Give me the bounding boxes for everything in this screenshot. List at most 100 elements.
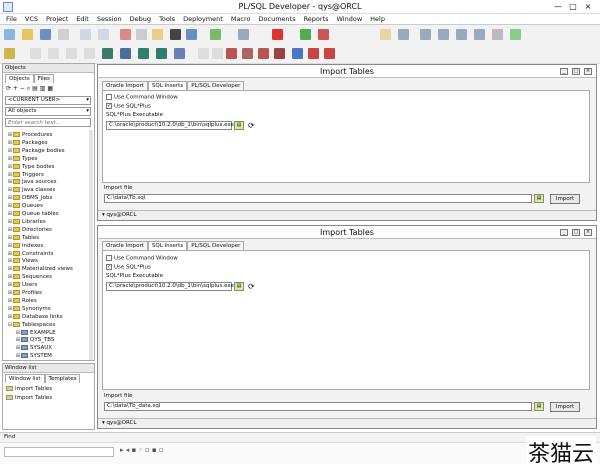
tree-item[interactable]: ⊞ Queues (7, 203, 43, 211)
tab-window-list[interactable]: Window list (5, 374, 45, 383)
sessions-icon[interactable] (156, 48, 167, 59)
menu-macro[interactable]: Macro (227, 14, 255, 24)
highlight-icon[interactable]: ▪ (132, 446, 137, 454)
filter-combo[interactable]: All objects ▾ (5, 107, 91, 116)
menu-documents[interactable]: Documents (255, 14, 300, 24)
tree-item[interactable]: ⊞ EXAMPLE (15, 329, 56, 338)
tree-item[interactable]: ⊞ Indexes (7, 242, 43, 251)
window-list-item[interactable]: Import Tables (6, 395, 52, 401)
tree-item[interactable]: ⊞ Sequences (7, 274, 52, 282)
tree-item[interactable]: ⊞ Package bodies (7, 147, 65, 156)
menu-debug[interactable]: Debug (126, 14, 155, 24)
tree-item[interactable]: ⊞ Users (7, 282, 37, 290)
layout-icon[interactable] (420, 29, 431, 40)
tab-files[interactable]: Files (33, 74, 54, 83)
folder-icon[interactable]: ▤ (234, 282, 244, 291)
save-icon[interactable] (40, 29, 51, 40)
help-icon[interactable] (174, 48, 185, 59)
tree-item[interactable]: ⊞ Tables (7, 234, 39, 243)
tree-scrollbar[interactable] (89, 130, 93, 360)
minimize-icon[interactable]: _ (560, 229, 568, 236)
tree-item[interactable]: ⊞ Procedures (7, 132, 53, 140)
database-icon[interactable] (102, 48, 113, 59)
tab-oracle-import[interactable]: Oracle Import (102, 241, 148, 250)
tree-item[interactable]: ⊞ QYS_TBS (15, 337, 54, 345)
connect-icon[interactable] (120, 48, 131, 59)
break-icon[interactable] (272, 29, 283, 40)
tree-item[interactable]: ⊞ Queue tables (7, 211, 59, 219)
tree-item[interactable]: ⊞ Types (7, 155, 38, 164)
filter-icon[interactable]: ▦ (47, 85, 53, 92)
user-combo[interactable]: <CURRENT USER> ▾ (5, 96, 91, 105)
tab-plsql-developer[interactable]: PL/SQL Developer (187, 81, 245, 90)
tree-item[interactable]: ⊞ Profiles (7, 290, 42, 298)
rollback-icon[interactable] (318, 29, 329, 40)
open-icon[interactable] (22, 29, 33, 40)
regex-icon[interactable]: ▪ (152, 446, 157, 454)
refresh-icon[interactable]: ⟳ (248, 121, 255, 130)
record-icon[interactable] (274, 48, 285, 59)
find-icon[interactable] (170, 29, 181, 40)
session-icon[interactable] (138, 48, 149, 59)
use-sqlplus-checkbox[interactable]: ✓ Use SQL*Plus (106, 264, 151, 271)
tree-item[interactable]: ⊞ Packages (7, 139, 48, 148)
find-object-icon[interactable]: ⌕ (27, 85, 30, 92)
use-sqlplus-checkbox[interactable]: ✓ Use SQL*Plus (106, 103, 151, 110)
menu-reports[interactable]: Reports (300, 14, 333, 24)
menu-project[interactable]: Project (42, 14, 72, 24)
remove-icon[interactable]: − (20, 85, 25, 92)
browse-icon[interactable]: ▥ (40, 85, 46, 92)
find-input[interactable] (4, 447, 114, 457)
redo-icon[interactable] (98, 29, 109, 40)
arrow-icon[interactable] (324, 48, 335, 59)
menu-window[interactable]: Window (333, 14, 367, 24)
maximize-icon[interactable]: □ (572, 229, 580, 236)
tile-icon[interactable] (456, 29, 467, 40)
window-list-item[interactable]: Import Tables (6, 386, 52, 392)
tab-sql-inserts[interactable]: SQL Inserts (147, 81, 188, 90)
minimize-icon[interactable]: _ (560, 68, 568, 75)
menu-file[interactable]: File (2, 14, 21, 24)
import-button[interactable]: Import (550, 402, 580, 412)
key-icon[interactable] (4, 48, 15, 59)
tree-item[interactable]: ⊞ Synonyms (7, 305, 51, 314)
tree-item[interactable]: ⊞ SYSAUX (15, 345, 52, 353)
step-icon[interactable] (238, 29, 249, 40)
use-command-window-checkbox[interactable]: Use Command Window (106, 255, 178, 262)
exe-path-field[interactable]: C:\oracle\product\10.2.0\db_1\bin\sqlplu… (106, 282, 234, 291)
commit-icon[interactable] (300, 29, 311, 40)
paste-icon[interactable] (152, 29, 163, 40)
add-icon[interactable]: + (13, 85, 18, 92)
menu-tools[interactable]: Tools (155, 14, 179, 24)
tab-objects[interactable]: Objects (5, 74, 34, 83)
menu-session[interactable]: Session (93, 14, 126, 24)
find-next-icon[interactable]: ▸ (120, 446, 124, 454)
close-button[interactable]: × (582, 1, 594, 12)
import-file-field[interactable]: C:\data\Tb.sql (104, 194, 532, 203)
close-icon[interactable]: × (584, 229, 592, 236)
use-command-window-checkbox[interactable]: Use Command Window (106, 94, 178, 101)
explain-icon[interactable] (380, 29, 391, 40)
tools-icon[interactable] (242, 48, 253, 59)
import-button[interactable]: Import (550, 194, 580, 204)
tree-item[interactable]: ⊞ Constraints (7, 250, 53, 259)
arrow-left-icon[interactable] (308, 48, 319, 59)
tree-item[interactable]: ⊞ Libraries (7, 218, 46, 227)
tree-item[interactable]: ⊞ SYSTEM (15, 353, 52, 361)
tab-templates[interactable]: Templates (44, 374, 81, 383)
replace-icon[interactable] (186, 29, 197, 40)
minimize-button[interactable]: — (552, 1, 564, 12)
folder-icon[interactable]: ▤ (534, 194, 544, 203)
cascade-icon[interactable] (474, 29, 485, 40)
tab-oracle-import[interactable]: Oracle Import (102, 81, 148, 90)
maximize-button[interactable]: □ (567, 1, 579, 12)
tree-item[interactable]: ⊞ Directories (7, 226, 52, 235)
cut-icon[interactable] (120, 29, 131, 40)
word-icon[interactable]: ▫ (145, 446, 150, 454)
tree-item[interactable]: ⊞ Triggers (7, 171, 44, 180)
maximize-icon[interactable]: □ (572, 68, 580, 75)
tree-item[interactable]: ⊞ DBMS_Jobs (7, 195, 52, 203)
chevron-down-icon[interactable]: ▾ (86, 97, 89, 104)
refresh-icon[interactable]: ⟳ (248, 282, 255, 291)
macro-icon[interactable] (258, 48, 269, 59)
